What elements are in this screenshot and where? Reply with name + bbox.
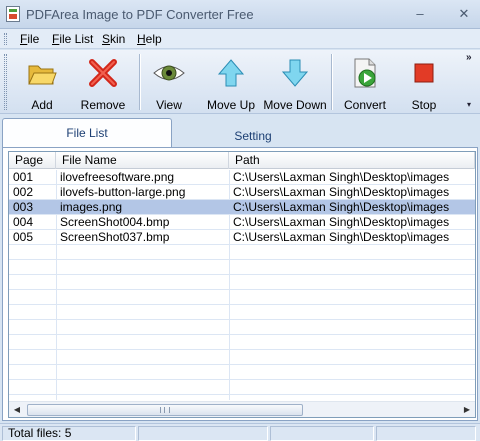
cell-file-name: images.png [60,200,123,214]
status-cell-empty [376,426,476,441]
cell-file-name: ilovefreesoftware.png [60,170,175,184]
eye-icon [153,65,185,81]
title-bar: PDFArea Image to PDF Converter Free ‒ ✕ [0,0,480,29]
convert-label: Convert [343,98,387,112]
remove-x-icon [89,59,117,87]
file-list-view[interactable]: Page File Name Path 001 ilovefreesoftware… [8,151,476,418]
toolbar-separator [331,54,333,110]
remove-label: Remove [80,98,126,112]
empty-row [9,320,475,335]
stop-icon [414,63,434,83]
empty-row [9,260,475,275]
toolbar-separator [139,54,141,110]
toolbar-overflow-icon[interactable]: » [466,52,472,63]
scroll-right-icon[interactable]: ▶ [459,402,475,417]
cell-path: C:\Users\Laxman Singh\Desktop\images [233,185,450,199]
column-header-page[interactable]: Page [9,152,56,169]
move-up-button[interactable]: Move Up [202,50,260,114]
status-cell-empty [270,426,374,441]
horizontal-scrollbar[interactable]: ◀ ▶ [9,401,475,417]
minimize-button[interactable]: ‒ [410,5,430,23]
move-up-label: Move Up [206,98,256,112]
menu-file-list[interactable]: File List [52,32,93,46]
arrow-up-icon [217,59,245,87]
cell-page: 004 [13,215,34,229]
cell-path: C:\Users\Laxman Singh\Desktop\images [233,215,450,229]
toolbar: Add Remove View Move Up Move Down Conver… [0,50,480,114]
window-title: PDFArea Image to PDF Converter Free [26,7,254,22]
menu-help[interactable]: Help [137,32,162,46]
status-total-files: Total files: 5 [2,426,136,441]
stop-button[interactable]: Stop [400,50,448,114]
cell-file-name: ilovefs-button-large.png [60,185,186,199]
scrollbar-thumb[interactable] [27,404,303,416]
remove-button[interactable]: Remove [74,50,132,114]
empty-row [9,290,475,305]
empty-row [9,365,475,380]
menu-bar: File File List Skin Help [0,29,480,49]
cell-page: 003 [13,200,34,214]
arrow-down-icon [281,59,309,87]
status-cell-empty [138,426,268,441]
menu-file[interactable]: File [20,32,39,46]
close-button[interactable]: ✕ [454,5,474,23]
folder-icon [28,65,57,85]
toolbar-dropdown-icon[interactable]: ▾ [467,100,471,109]
cell-path: C:\Users\Laxman Singh\Desktop\images [233,230,450,244]
convert-button[interactable]: Convert [336,50,394,114]
menu-grip [4,33,7,45]
scrollbar-grip [160,407,170,413]
menu-skin[interactable]: Skin [102,32,125,46]
toolbar-grip [4,54,7,110]
empty-row [9,350,475,365]
move-down-label: Move Down [263,98,327,112]
cell-path: C:\Users\Laxman Singh\Desktop\images [233,200,450,214]
cell-file-name: ScreenShot004.bmp [60,215,170,229]
convert-play-icon [354,58,376,88]
view-button[interactable]: View [144,50,194,114]
app-icon [6,6,20,22]
view-label: View [156,98,182,112]
empty-row [9,380,475,395]
cell-path: C:\Users\Laxman Singh\Desktop\images [233,170,450,184]
table-row[interactable]: 004 ScreenShot004.bmp C:\Users\Laxman Sing… [9,215,475,230]
cell-page: 002 [13,185,34,199]
column-header-file-name[interactable]: File Name [56,152,229,169]
list-header: Page File Name Path [9,152,475,169]
cell-page: 005 [13,230,34,244]
table-row[interactable]: 002 ilovefs-button-large.png C:\Users\Laxm… [9,185,475,200]
stop-label: Stop [411,98,437,112]
column-header-path[interactable]: Path [229,152,475,169]
table-row[interactable]: 001 ilovefreesoftware.png C:\Users\Laxman … [9,170,475,185]
scroll-left-icon[interactable]: ◀ [9,402,25,417]
file-list-panel: Page File Name Path 001 ilovefreesoftware… [2,147,478,421]
cell-file-name: ScreenShot037.bmp [60,230,170,244]
move-down-button[interactable]: Move Down [263,50,327,114]
status-bar: Total files: 5 [0,423,480,441]
tab-strip: File List Setting [0,114,480,148]
cell-page: 001 [13,170,34,184]
table-row[interactable]: 003 images.png C:\Users\Laxman Singh\Deskt… [9,200,475,215]
empty-row [9,275,475,290]
table-row[interactable]: 005 ScreenShot037.bmp C:\Users\Laxman Sing… [9,230,475,245]
add-label: Add [31,98,53,112]
empty-row [9,335,475,350]
tab-file-list[interactable]: File List [2,118,172,148]
empty-row [9,305,475,320]
add-button[interactable]: Add [14,50,70,114]
empty-row [9,245,475,260]
